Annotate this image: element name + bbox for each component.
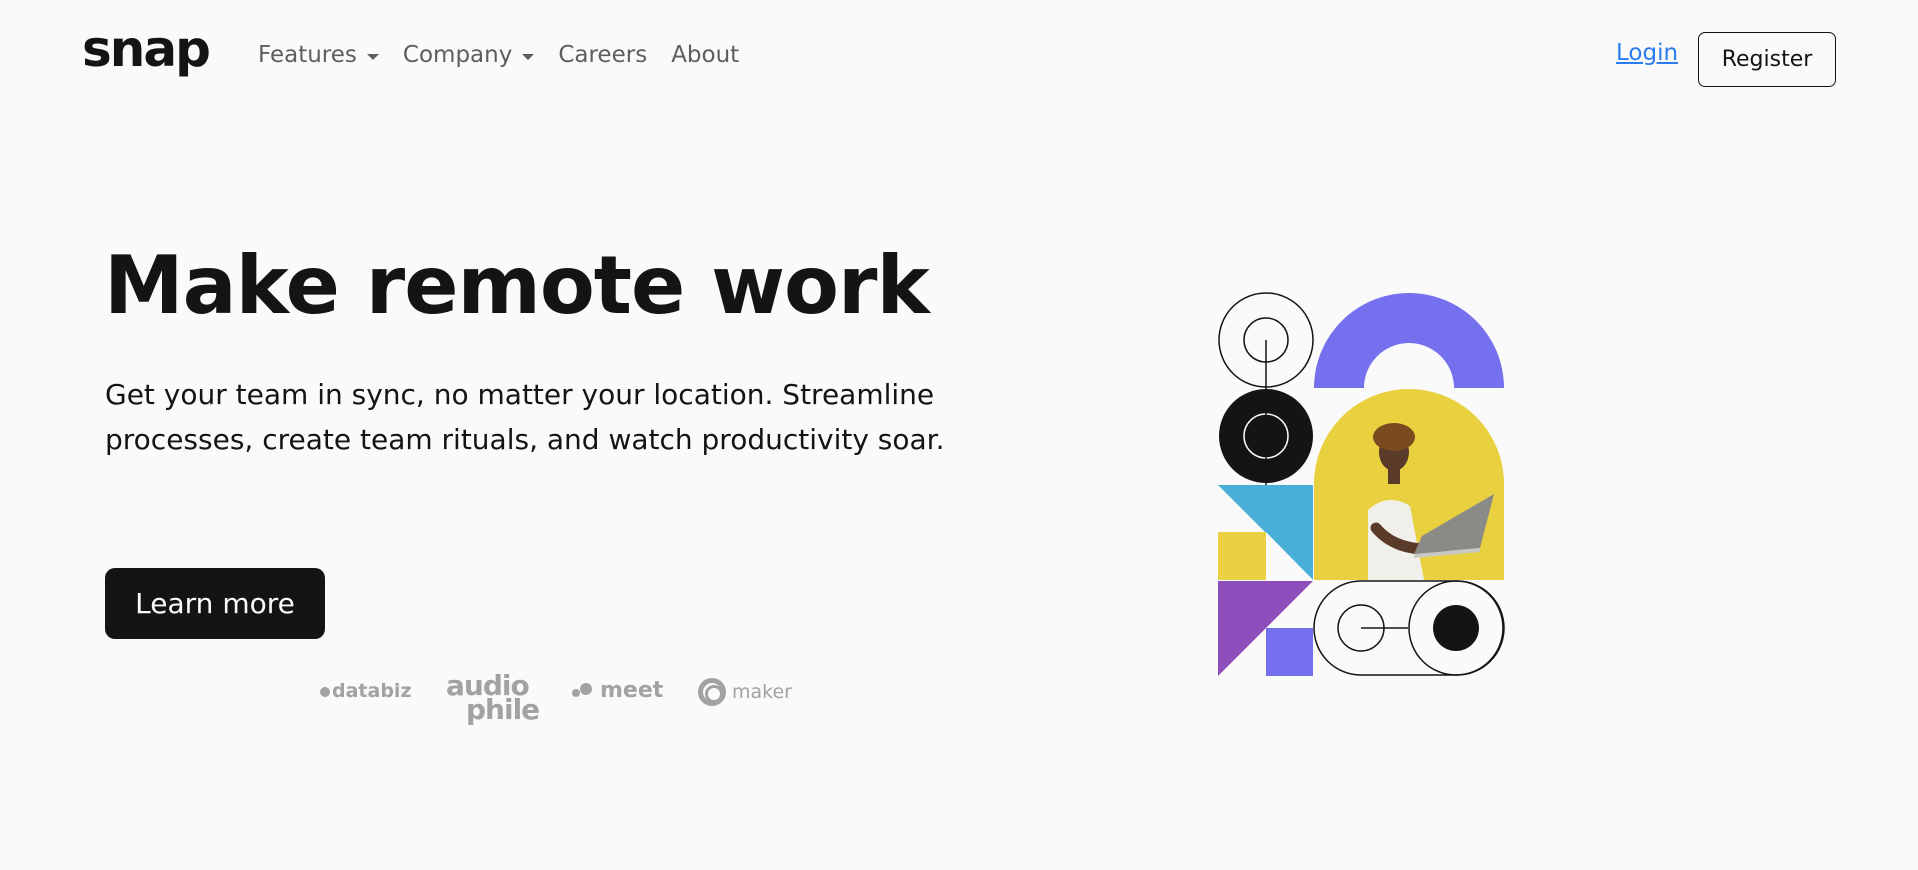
nav-item-label: Careers bbox=[558, 42, 648, 68]
snap-logo[interactable]: snap bbox=[82, 24, 211, 74]
nav-item-features[interactable]: Features bbox=[258, 44, 379, 67]
chevron-down-icon bbox=[522, 54, 535, 60]
nav-item-company[interactable]: Company bbox=[402, 42, 535, 68]
meet-dots-icon bbox=[572, 681, 594, 701]
meet-logo: meet bbox=[572, 680, 663, 702]
nav-item-about[interactable]: About bbox=[671, 44, 739, 67]
audiophile-logo: audio phile bbox=[446, 672, 540, 726]
pill-toggle-shape bbox=[1313, 580, 1505, 676]
maker-logo: maker bbox=[698, 678, 792, 706]
nav-item-label: Company bbox=[402, 42, 513, 68]
login-link[interactable]: Login bbox=[1616, 42, 1678, 65]
databiz-label: databiz bbox=[332, 680, 412, 702]
hero-title: Make remote work bbox=[104, 239, 930, 332]
meet-label: meet bbox=[600, 678, 664, 703]
top-nav: snap Features Company Careers About Logi… bbox=[0, 0, 1918, 120]
databiz-logo: databiz bbox=[320, 682, 412, 701]
learn-more-button[interactable]: Learn more bbox=[105, 568, 325, 639]
audiophile-label-line2: phile bbox=[466, 692, 540, 726]
hero-description: Get your team in sync, no matter your lo… bbox=[105, 378, 945, 456]
maker-label: maker bbox=[732, 680, 792, 703]
person-with-laptop-photo bbox=[1314, 389, 1504, 580]
hero-illustration bbox=[1218, 292, 1505, 676]
yellow-square-shape bbox=[1218, 532, 1266, 580]
purple-arch-shape bbox=[1314, 293, 1504, 388]
nav-item-careers[interactable]: Careers bbox=[558, 44, 647, 67]
nav-item-label: About bbox=[671, 42, 740, 68]
databiz-dot-icon bbox=[320, 686, 330, 697]
maker-circle-icon bbox=[698, 678, 726, 706]
chevron-down-icon bbox=[366, 54, 379, 60]
purple-square-shape bbox=[1266, 628, 1313, 676]
nav-item-label: Features bbox=[258, 42, 357, 68]
register-button[interactable]: Register bbox=[1698, 32, 1836, 87]
nav-links: Features Company Careers About bbox=[258, 44, 739, 67]
